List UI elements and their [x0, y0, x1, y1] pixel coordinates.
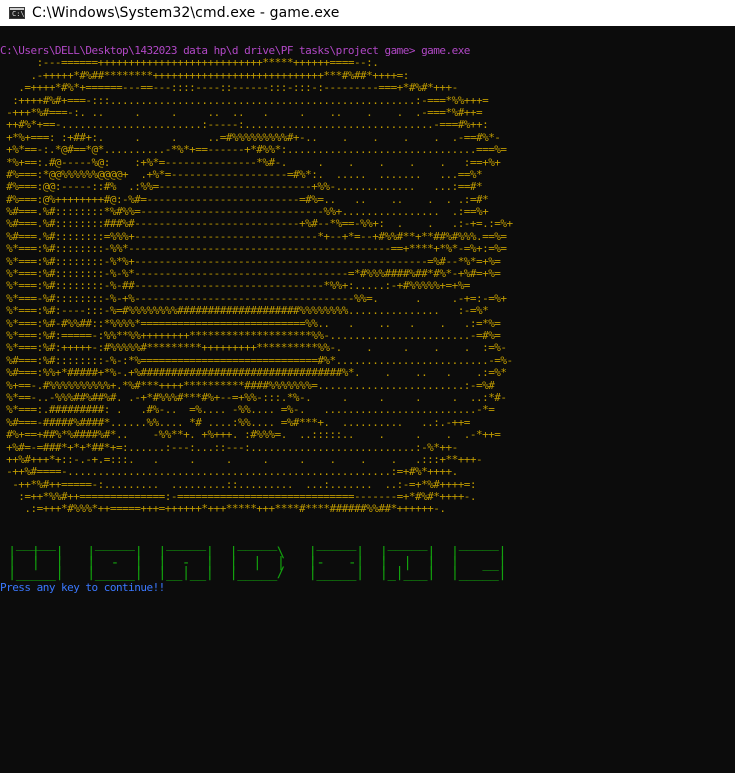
ascii-art-line: +%*==-:.*@#==*@*..........-*%*+==------+…	[0, 143, 507, 157]
ascii-art-line: %*===:.#########: . .#%-.. =%.... -%%...…	[0, 403, 495, 417]
loading-banner: _____ _____ _____ _____ _____ _____ ____…	[0, 536, 735, 581]
cmd-window-icon: C:\	[9, 7, 25, 19]
window-title: C:\Windows\System32\cmd.exe - game.exe	[32, 5, 340, 21]
ascii-art-line: %#===:%%+*#####+*%-.+%##################…	[0, 366, 507, 380]
ascii-art-line: %*===:%#:----:::-%=#%%%%%%%%############…	[0, 304, 489, 318]
ascii-art-line: %*===:%#::::::::-%%*--------------------…	[0, 242, 507, 256]
title-bar[interactable]: C:\ C:\Windows\System32\cmd.exe - game.e…	[0, 0, 735, 26]
press-any-key-message: Press any key to continue!!	[0, 580, 165, 594]
ascii-art-line: .:=+++*#%%%*++=====+++=++++++*+++*****++…	[0, 502, 446, 516]
ascii-art-line: -++%#====-..............................…	[0, 465, 458, 479]
ascii-art-line: :---======+++++++++++++++++++++++++++***…	[0, 56, 379, 70]
ascii-art-line: .=++++*#%*+======---==---::::----::-----…	[0, 81, 458, 95]
ascii-art-line: %*===:%#:+++++-:#%%%%%#*********++++++++…	[0, 341, 507, 355]
console-output[interactable]: C:\Users\DELL\Desktop\1432023 data hp\d …	[0, 45, 735, 773]
cmd-icon-label: C:\	[12, 10, 25, 18]
banner-line: |_____| |_____| |__|__| |_____/ |_____| …	[0, 564, 507, 581]
ascii-art-line: %#===.%#::::::::###%#-------------------…	[0, 217, 513, 231]
ascii-art-line: #%+==+##%*%####%#*.. -%%**+. +%+++. :#%%…	[0, 428, 501, 442]
ascii-art-line: #%===:@@:-----::#% .:%%=----------------…	[0, 180, 483, 194]
ascii-art-line: %*===:%#::::::::-%-##-------------------…	[0, 279, 470, 293]
ascii-art-block: :---======+++++++++++++++++++++++++++***…	[0, 56, 735, 516]
ascii-art-line: ++#%*+==-.......................:-----:.…	[0, 118, 489, 132]
